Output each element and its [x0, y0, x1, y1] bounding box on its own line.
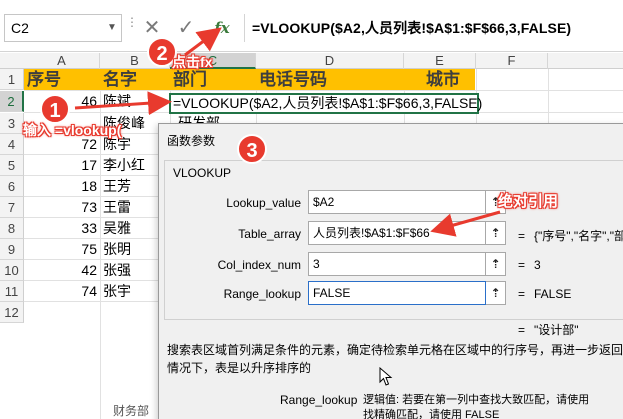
arg-label-lookup-value: Lookup_value [226, 196, 301, 210]
equals-sign: = [518, 323, 526, 337]
collapse-dialog-button[interactable]: ⇡ [486, 221, 506, 245]
column-header-e[interactable]: E [404, 53, 476, 69]
check-icon[interactable]: ✓ [172, 14, 200, 42]
row-header[interactable]: 12 [0, 302, 24, 323]
function-name: VLOOKUP [171, 166, 234, 180]
equals-sign: = [518, 229, 526, 243]
collapse-dialog-button[interactable]: ⇡ [486, 252, 506, 276]
table-array-result: = {"序号","名字","部 [518, 227, 623, 244]
range-lookup-input[interactable]: FALSE [308, 281, 486, 305]
formula-bar-separator [244, 14, 245, 42]
cell-seq[interactable]: 33 [24, 218, 100, 239]
grip-dots-icon: ⋮ [126, 15, 138, 29]
row-header[interactable]: 1 [0, 69, 24, 90]
param-help-text: 逻辑值: 若要在第一列中查找大致匹配，请使用 找精确匹配，请使用 FALSE [363, 393, 589, 419]
formula-bar: C2 ▼ ⋮ ✕ ✓ fx =VLOOKUP($A2,人员列表!$A$1:$F$… [0, 0, 623, 52]
header-cell-phone[interactable]: 电话号码 [256, 69, 404, 90]
row-header[interactable]: 8 [0, 218, 24, 239]
row-header[interactable]: 10 [0, 260, 24, 281]
step-3-badge: 3 [237, 134, 267, 164]
arg-label-range-lookup: Range_lookup [223, 287, 301, 301]
function-description: 搜索表区域首列满足条件的元素，确定待检索单元格在区域中的行序号，再进一步返回选 [167, 343, 623, 357]
range-lookup-result-value: FALSE [534, 287, 572, 301]
dialog-title: 函数参数 [167, 134, 216, 148]
cell-name[interactable]: 陈斌 [100, 91, 170, 112]
table-array-result-value: {"序号","名字","部 [534, 229, 623, 243]
column-headers: A B C D E F [0, 53, 623, 69]
header-cell-name[interactable]: 名字 [100, 69, 170, 90]
collapse-dialog-button[interactable]: ⇡ [486, 281, 506, 305]
insert-function-button[interactable]: fx [208, 14, 236, 42]
col-index-num-input[interactable]: 3 [308, 252, 486, 276]
row-header[interactable]: 7 [0, 197, 24, 218]
table-array-input[interactable]: 人员列表!$A$1:$F$66 [308, 221, 486, 245]
cell-seq[interactable]: 74 [24, 281, 100, 302]
active-cell-formula: =VLOOKUP($A2,人员列表!$A$1:$F$66,3,FALSE) [173, 95, 483, 111]
row-header[interactable]: 6 [0, 176, 24, 197]
function-arguments-dialog: 函数参数 VLOOKUP Lookup_value $A2 ⇡ Table_ar… [158, 123, 623, 419]
active-cell-c2[interactable]: =VLOOKUP($A2,人员列表!$A$1:$F$66,3,FALSE) [169, 93, 483, 114]
row-header[interactable]: 3 [0, 113, 24, 134]
param-help-line2: 找精确匹配，请使用 FALSE [363, 409, 500, 419]
col-index-num-result-value: 3 [534, 258, 541, 272]
arg-label-table-array: Table_array [238, 227, 301, 241]
arg-label-col-index-num: Col_index_num [217, 258, 301, 272]
header-cell-dept[interactable]: 部门 [170, 69, 256, 90]
cell-seq[interactable]: 42 [24, 260, 100, 281]
header-cell-seq[interactable]: 序号 [24, 69, 100, 90]
cell-seq[interactable]: 18 [24, 176, 100, 197]
header-cell-city[interactable]: 城市 [404, 69, 476, 90]
equals-sign: = [518, 258, 526, 272]
column-header-a[interactable]: A [24, 53, 100, 69]
cell-seq[interactable]: 75 [24, 239, 100, 260]
row-header[interactable]: 9 [0, 239, 24, 260]
mouse-cursor-icon [379, 367, 393, 386]
formula-input[interactable]: =VLOOKUP($A2,人员列表!$A$1:$F$66,3,FALSE) [252, 14, 571, 42]
absolute-reference-label: 绝对引用 [498, 193, 559, 210]
col-index-num-result: = 3 [518, 258, 541, 272]
row-header[interactable]: 4 [0, 134, 24, 155]
cell-seq[interactable]: 17 [24, 155, 100, 176]
row-header[interactable]: 11 [0, 281, 24, 302]
function-description-cont: 情况下，表是以升序排序的 [167, 361, 312, 375]
column-header-d[interactable]: D [256, 53, 404, 69]
row-header[interactable]: 5 [0, 155, 24, 176]
row-header[interactable]: 2 [0, 91, 24, 112]
lookup-value-input[interactable]: $A2 [308, 190, 486, 214]
step-1-label: 输入 =vlookup( [23, 122, 122, 138]
range-lookup-result: = FALSE [518, 287, 571, 301]
equals-sign: = [518, 287, 526, 301]
function-result-value: "设计部" [534, 323, 579, 337]
function-result: = "设计部" [518, 321, 579, 338]
step-2-label: 点击fx [172, 54, 213, 70]
column-header-f[interactable]: F [476, 53, 548, 69]
chevron-down-icon[interactable]: ▼ [103, 14, 121, 42]
cell-seq[interactable]: 73 [24, 197, 100, 218]
param-help-name: Range_lookup [280, 393, 358, 407]
param-help-line1: 逻辑值: 若要在第一列中查找大致匹配，请使用 [363, 394, 590, 406]
